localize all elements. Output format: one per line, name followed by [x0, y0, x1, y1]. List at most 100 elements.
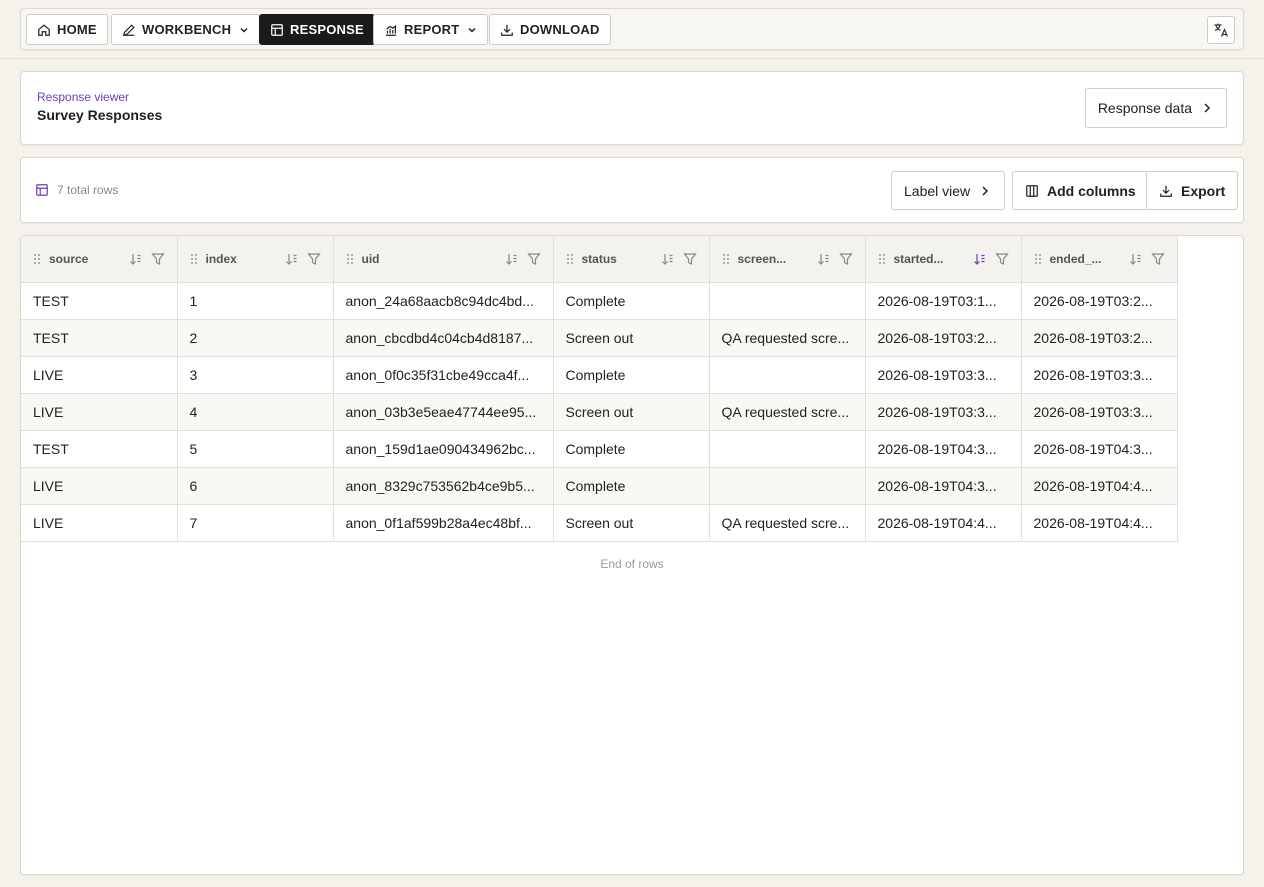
- filter-icon[interactable]: [526, 252, 541, 266]
- drag-handle-icon[interactable]: [346, 253, 354, 265]
- table-cell: Complete: [553, 467, 710, 505]
- sort-icon[interactable]: [129, 252, 143, 266]
- sort-icon[interactable]: [1129, 252, 1143, 266]
- table-cell: QA requested scre...: [709, 393, 866, 431]
- column-header[interactable]: started...: [865, 236, 1022, 283]
- column-header[interactable]: uid: [333, 236, 554, 283]
- workbench-button[interactable]: WORKBENCH: [111, 14, 261, 45]
- drag-handle-icon[interactable]: [1034, 253, 1042, 265]
- response-label: RESPONSE: [290, 22, 364, 37]
- response-button[interactable]: RESPONSE: [259, 14, 375, 45]
- column-header[interactable]: screen...: [709, 236, 866, 283]
- column-header-label: status: [581, 251, 617, 266]
- table-cell: 1: [177, 282, 334, 320]
- table-cell: anon_24a68aacb8c94dc4bd...: [333, 282, 554, 320]
- table-cell: [709, 356, 866, 394]
- sort-icon[interactable]: [661, 252, 675, 266]
- home-button[interactable]: HOME: [26, 14, 108, 45]
- drag-handle-icon[interactable]: [722, 253, 730, 265]
- table-cell: 2: [177, 319, 334, 357]
- table-body: TEST 1 anon_24a68aacb8c94dc4bd... Complete 2…: [21, 282, 1178, 542]
- responses-table: source index uid status screen... started... e…: [21, 236, 1178, 542]
- table-cell: anon_8329c753562b4ce9b5...: [333, 467, 554, 505]
- table-cell: anon_0f1af599b28a4ec48bf...: [333, 504, 554, 542]
- table-cell: 2026-08-19T03:1...: [865, 282, 1022, 320]
- response-data-button[interactable]: Response data: [1084, 88, 1227, 128]
- table-cell: LIVE: [21, 393, 178, 431]
- column-header[interactable]: ended_...: [1021, 236, 1178, 283]
- table-cell: anon_159d1ae090434962bc...: [333, 430, 554, 468]
- table-row[interactable]: LIVE 4 anon_03b3e5eae47744ee95... Screen ou…: [21, 393, 1178, 431]
- export-button[interactable]: Export: [1146, 171, 1239, 210]
- drag-handle-icon[interactable]: [878, 253, 886, 265]
- table-row[interactable]: LIVE 6 anon_8329c753562b4ce9b5... Complete 2…: [21, 467, 1178, 505]
- table-cell: TEST: [21, 430, 178, 468]
- table-cell: 2026-08-19T03:3...: [1021, 356, 1178, 394]
- sort-icon[interactable]: [505, 252, 519, 266]
- table-cell: [709, 467, 866, 505]
- table-row[interactable]: TEST 2 anon_cbcdbd4c04cb4d8187... Screen ou…: [21, 319, 1178, 357]
- translate-button[interactable]: [1207, 16, 1235, 44]
- sort-icon[interactable]: [817, 252, 831, 266]
- chevron-right-icon: [982, 185, 989, 196]
- column-header-label: uid: [361, 251, 380, 266]
- table-row[interactable]: TEST 1 anon_24a68aacb8c94dc4bd... Complete 2…: [21, 282, 1178, 320]
- column-header-label: ended_...: [1049, 251, 1102, 266]
- home-label: HOME: [57, 22, 97, 37]
- table-cell: [709, 430, 866, 468]
- page-eyebrow: Response viewer: [37, 90, 130, 104]
- table-cell: anon_0f0c35f31cbe49cca4f...: [333, 356, 554, 394]
- table-cell: 2026-08-19T04:4...: [865, 504, 1022, 542]
- row-count-label: 7 total rows: [57, 183, 119, 197]
- filter-icon[interactable]: [838, 252, 853, 266]
- column-header[interactable]: source: [21, 236, 178, 283]
- filter-icon[interactable]: [306, 252, 321, 266]
- table-toolbar: 7 total rows Label view Add columns Expo…: [20, 157, 1244, 223]
- table-row[interactable]: LIVE 7 anon_0f1af599b28a4ec48bf... Screen o…: [21, 504, 1178, 542]
- download-icon: [501, 24, 513, 36]
- table-cell: 2026-08-19T03:3...: [865, 393, 1022, 431]
- filter-icon[interactable]: [150, 252, 165, 266]
- table-cell: 2026-08-19T04:4...: [1021, 504, 1178, 542]
- column-header-label: started...: [893, 251, 944, 266]
- label-view-button[interactable]: Label view: [891, 171, 1006, 210]
- report-button[interactable]: REPORT: [373, 14, 489, 45]
- table-cell: anon_03b3e5eae47744ee95...: [333, 393, 554, 431]
- table-cell: 7: [177, 504, 334, 542]
- table-cell: QA requested scre...: [709, 319, 866, 357]
- table-icon: [36, 184, 48, 196]
- filter-icon[interactable]: [994, 252, 1009, 266]
- drag-handle-icon[interactable]: [33, 253, 41, 265]
- table-cell: Complete: [553, 430, 710, 468]
- table-cell: LIVE: [21, 467, 178, 505]
- top-navigation: HOME WORKBENCH RESPONSE REPORT DOWNLOAD: [20, 8, 1244, 50]
- table-cell: LIVE: [21, 504, 178, 542]
- filter-icon[interactable]: [1150, 252, 1165, 266]
- export-label: Export: [1181, 182, 1226, 199]
- column-header-label: index: [205, 251, 237, 266]
- add-columns-button[interactable]: Add columns: [1012, 171, 1149, 210]
- drag-handle-icon[interactable]: [566, 253, 574, 265]
- page-header: Response viewer Survey Responses Respons…: [20, 71, 1244, 145]
- translate-icon: [1214, 23, 1229, 37]
- table-cell: TEST: [21, 319, 178, 357]
- home-icon: [38, 23, 50, 36]
- table-row[interactable]: LIVE 3 anon_0f0c35f31cbe49cca4f... Complete…: [21, 356, 1178, 394]
- table-row[interactable]: TEST 5 anon_159d1ae090434962bc... Complete 2…: [21, 430, 1178, 468]
- drag-handle-icon[interactable]: [190, 253, 198, 265]
- report-label: REPORT: [404, 22, 460, 37]
- column-header[interactable]: status: [553, 236, 710, 283]
- sort-icon[interactable]: [973, 252, 987, 266]
- download-button[interactable]: DOWNLOAD: [489, 14, 611, 45]
- page-title: Survey Responses: [37, 107, 163, 123]
- filter-icon[interactable]: [682, 252, 697, 266]
- table-cell: 3: [177, 356, 334, 394]
- table-cell: [709, 282, 866, 320]
- table-cell: 2026-08-19T03:2...: [865, 319, 1022, 357]
- column-header-label: screen...: [737, 251, 787, 266]
- column-header[interactable]: index: [177, 236, 334, 283]
- table-cell: QA requested scre...: [709, 504, 866, 542]
- table-cell: 2026-08-19T04:3...: [865, 467, 1022, 505]
- table-cell: Screen out: [553, 393, 710, 431]
- sort-icon[interactable]: [285, 252, 299, 266]
